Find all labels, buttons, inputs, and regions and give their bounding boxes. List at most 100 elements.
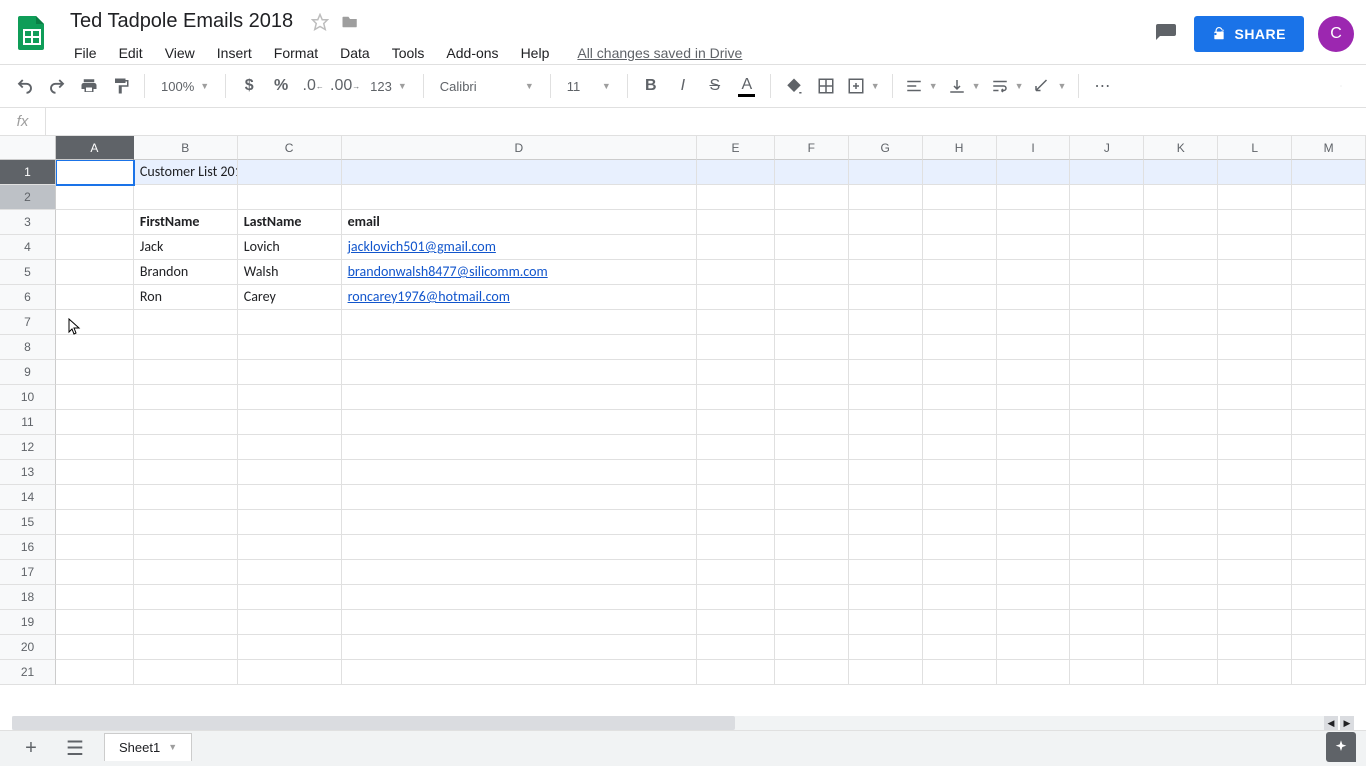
cell-H1[interactable] <box>923 160 997 185</box>
cell-F19[interactable] <box>775 610 849 635</box>
cell-E20[interactable] <box>697 635 775 660</box>
cell-B4[interactable]: Jack <box>134 235 238 260</box>
cell-E15[interactable] <box>697 510 775 535</box>
cell-F5[interactable] <box>775 260 849 285</box>
cell-A18[interactable] <box>56 585 134 610</box>
cell-F17[interactable] <box>775 560 849 585</box>
row-header-10[interactable]: 10 <box>0 385 56 410</box>
cell-C11[interactable] <box>238 410 342 435</box>
share-button[interactable]: SHARE <box>1194 16 1304 52</box>
cell-B8[interactable] <box>134 335 238 360</box>
row-header-7[interactable]: 7 <box>0 310 56 335</box>
cell-D12[interactable] <box>342 435 697 460</box>
collapse-toolbar-icon[interactable] <box>1326 71 1356 101</box>
cell-H18[interactable] <box>923 585 997 610</box>
cell-I18[interactable] <box>997 585 1071 610</box>
cell-I3[interactable] <box>997 210 1071 235</box>
cell-M13[interactable] <box>1292 460 1366 485</box>
cell-L3[interactable] <box>1218 210 1292 235</box>
star-icon[interactable] <box>311 13 329 34</box>
cell-J13[interactable] <box>1070 460 1144 485</box>
cell-D2[interactable] <box>342 185 697 210</box>
cell-M14[interactable] <box>1292 485 1366 510</box>
cell-C8[interactable] <box>238 335 342 360</box>
cell-F3[interactable] <box>775 210 849 235</box>
cell-L20[interactable] <box>1218 635 1292 660</box>
cell-E19[interactable] <box>697 610 775 635</box>
cell-B5[interactable]: Brandon <box>134 260 238 285</box>
paint-format-icon[interactable] <box>106 71 136 101</box>
cell-K21[interactable] <box>1144 660 1218 685</box>
menu-data[interactable]: Data <box>330 41 380 65</box>
cell-J9[interactable] <box>1070 360 1144 385</box>
cell-L16[interactable] <box>1218 535 1292 560</box>
cell-L4[interactable] <box>1218 235 1292 260</box>
cell-G5[interactable] <box>849 260 923 285</box>
cell-D11[interactable] <box>342 410 697 435</box>
cell-H3[interactable] <box>923 210 997 235</box>
cell-J11[interactable] <box>1070 410 1144 435</box>
cell-D17[interactable] <box>342 560 697 585</box>
cell-B19[interactable] <box>134 610 238 635</box>
all-sheets-icon[interactable]: ☰ <box>60 734 90 764</box>
cell-D3[interactable]: email <box>342 210 697 235</box>
horizontal-align-dropdown[interactable]: ▼ <box>901 71 942 101</box>
cell-M3[interactable] <box>1292 210 1366 235</box>
cell-F4[interactable] <box>775 235 849 260</box>
text-wrap-dropdown[interactable]: ▼ <box>987 71 1028 101</box>
cell-I4[interactable] <box>997 235 1071 260</box>
cell-J7[interactable] <box>1070 310 1144 335</box>
column-header-K[interactable]: K <box>1144 136 1218 160</box>
cell-G19[interactable] <box>849 610 923 635</box>
cell-B12[interactable] <box>134 435 238 460</box>
cell-H19[interactable] <box>923 610 997 635</box>
cell-H2[interactable] <box>923 185 997 210</box>
cell-G2[interactable] <box>849 185 923 210</box>
cell-I5[interactable] <box>997 260 1071 285</box>
cell-H13[interactable] <box>923 460 997 485</box>
cell-J18[interactable] <box>1070 585 1144 610</box>
column-header-H[interactable]: H <box>923 136 997 160</box>
cell-H9[interactable] <box>923 360 997 385</box>
cell-A13[interactable] <box>56 460 134 485</box>
cell-E18[interactable] <box>697 585 775 610</box>
account-avatar[interactable]: C <box>1318 16 1354 52</box>
cell-C21[interactable] <box>238 660 342 685</box>
cell-L19[interactable] <box>1218 610 1292 635</box>
sheet-tab-caret-icon[interactable]: ▼ <box>168 742 177 752</box>
cell-A11[interactable] <box>56 410 134 435</box>
cell-K15[interactable] <box>1144 510 1218 535</box>
cell-M18[interactable] <box>1292 585 1366 610</box>
row-header-20[interactable]: 20 <box>0 635 56 660</box>
cell-G15[interactable] <box>849 510 923 535</box>
cell-F16[interactable] <box>775 535 849 560</box>
cell-E11[interactable] <box>697 410 775 435</box>
cell-A12[interactable] <box>56 435 134 460</box>
cell-B21[interactable] <box>134 660 238 685</box>
cell-L6[interactable] <box>1218 285 1292 310</box>
cell-E3[interactable] <box>697 210 775 235</box>
cell-K5[interactable] <box>1144 260 1218 285</box>
cell-M19[interactable] <box>1292 610 1366 635</box>
column-header-A[interactable]: A <box>56 136 134 160</box>
merge-cells-dropdown[interactable]: ▼ <box>843 71 884 101</box>
cell-G16[interactable] <box>849 535 923 560</box>
font-dropdown[interactable]: Calibri▼ <box>432 71 542 101</box>
cell-K12[interactable] <box>1144 435 1218 460</box>
cell-J8[interactable] <box>1070 335 1144 360</box>
row-header-8[interactable]: 8 <box>0 335 56 360</box>
row-header-18[interactable]: 18 <box>0 585 56 610</box>
increase-decimal-icon[interactable]: .00→ <box>330 71 360 101</box>
bold-icon[interactable]: B <box>636 71 666 101</box>
cell-L7[interactable] <box>1218 310 1292 335</box>
cell-G1[interactable] <box>849 160 923 185</box>
menu-insert[interactable]: Insert <box>207 41 262 65</box>
cell-B6[interactable]: Ron <box>134 285 238 310</box>
cell-J5[interactable] <box>1070 260 1144 285</box>
cell-C7[interactable] <box>238 310 342 335</box>
cell-I8[interactable] <box>997 335 1071 360</box>
cell-I21[interactable] <box>997 660 1071 685</box>
cell-L11[interactable] <box>1218 410 1292 435</box>
undo-icon[interactable] <box>10 71 40 101</box>
row-header-5[interactable]: 5 <box>0 260 56 285</box>
